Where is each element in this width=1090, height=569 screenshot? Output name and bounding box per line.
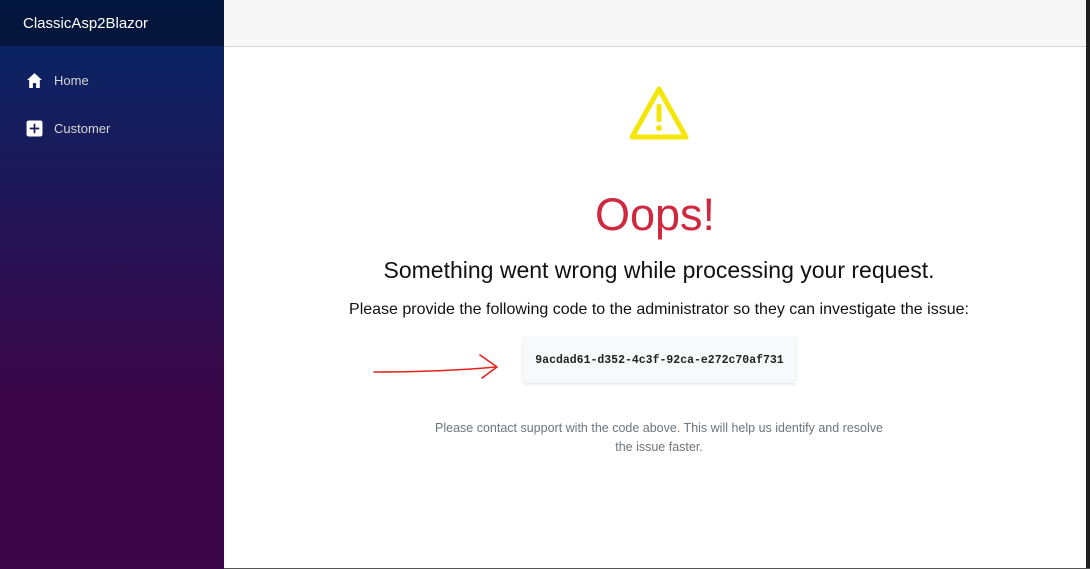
nav-menu: Home Customer [0,46,224,152]
annotation-arrow-icon [373,354,498,379]
top-row [224,0,1086,47]
error-message: Something went wrong while processing yo… [383,257,935,283]
brand-bar: ClassicAsp2Blazor [0,0,224,46]
plus-square-icon [26,120,43,137]
warning-icon [629,86,689,140]
home-icon [26,72,43,89]
sidebar-item-customer[interactable]: Customer [0,104,224,152]
error-code[interactable]: 9acdad61-d352-4c3f-92ca-e272c70af731 [535,354,783,367]
support-text: Please contact support with the code abo… [435,421,883,454]
sidebar: ClassicAsp2Blazor Home Customer [0,0,224,569]
app-brand[interactable]: ClassicAsp2Blazor [23,15,148,32]
error-code-box[interactable]: 9acdad61-d352-4c3f-92ca-e272c70af731 [523,337,796,383]
error-title: Oops! [594,189,716,240]
error-instruction: Please provide the following code to the… [349,301,969,318]
error-page: Oops! Something went wrong while process… [224,47,1086,569]
sidebar-item-label: Home [54,72,89,88]
sidebar-item-label: Customer [54,120,111,136]
sidebar-item-home[interactable]: Home [0,56,224,104]
window-right-border [1086,0,1090,569]
